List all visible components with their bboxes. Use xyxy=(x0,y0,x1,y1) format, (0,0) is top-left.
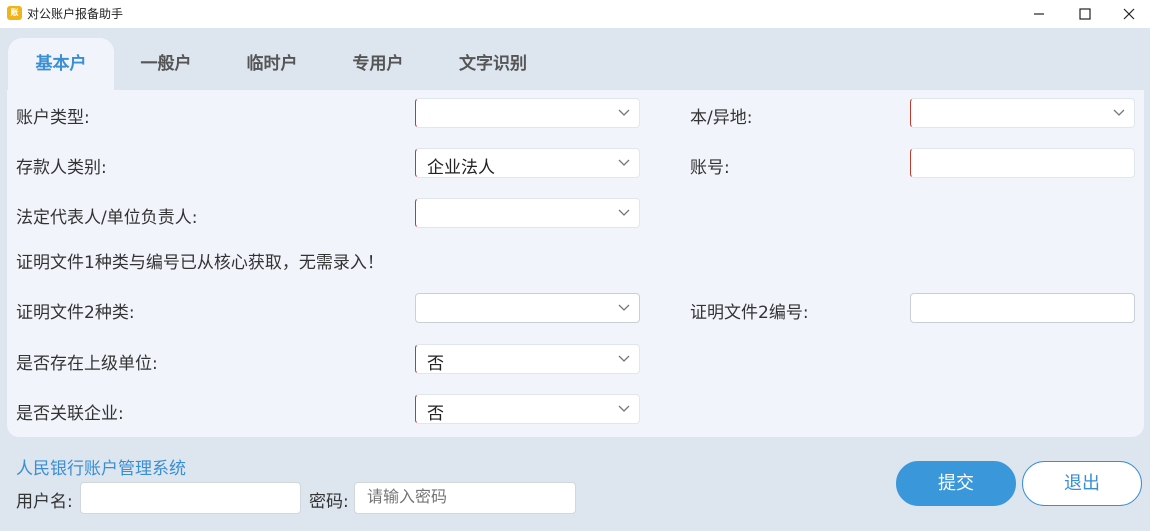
exit-button[interactable]: 退出 xyxy=(1022,461,1142,506)
window-title: 对公账户报备助手 xyxy=(27,7,124,21)
chevron-down-icon xyxy=(618,355,630,362)
minimize-icon xyxy=(1034,13,1044,15)
locality-select[interactable] xyxy=(910,98,1135,128)
depositor-category-label: 存款人类别: xyxy=(16,158,107,178)
close-button[interactable] xyxy=(1106,0,1150,28)
password-input[interactable] xyxy=(354,482,576,514)
account-type-label: 账户类型: xyxy=(16,108,90,128)
account-number-label: 账号: xyxy=(690,158,730,178)
has-superior-select[interactable]: 否 xyxy=(415,344,640,374)
locality-label: 本/异地: xyxy=(690,108,753,128)
has-superior-label: 是否存在上级单位: xyxy=(16,354,158,374)
legal-rep-label: 法定代表人/单位负责人: xyxy=(16,208,198,228)
tab-basic-account[interactable]: 基本户 xyxy=(8,38,114,90)
legal-rep-select[interactable] xyxy=(415,198,640,228)
minimize-button[interactable] xyxy=(1016,0,1062,28)
chevron-down-icon xyxy=(618,405,630,412)
submit-button[interactable]: 提交 xyxy=(896,461,1016,506)
title-bar: 账 对公账户报备助手 xyxy=(0,0,1150,28)
doc1-notice: 证明文件1种类与编号已从核心获取，无需录入！ xyxy=(16,253,384,273)
maximize-button[interactable] xyxy=(1062,0,1108,28)
chevron-down-icon xyxy=(618,109,630,116)
doc2-number-label: 证明文件2编号: xyxy=(690,303,809,323)
account-number-input[interactable] xyxy=(910,148,1135,178)
app-logo-icon: 账 xyxy=(7,6,22,20)
chevron-down-icon xyxy=(618,209,630,216)
username-input[interactable] xyxy=(80,482,301,514)
tab-text-recognition[interactable]: 文字识别 xyxy=(440,38,546,90)
depositor-category-value: 企业法人 xyxy=(427,158,495,178)
tab-temporary-account[interactable]: 临时户 xyxy=(219,38,325,90)
doc2-type-select[interactable] xyxy=(415,293,640,323)
related-company-select[interactable]: 否 xyxy=(415,394,640,424)
chevron-down-icon xyxy=(1113,109,1125,116)
tab-general-account[interactable]: 一般户 xyxy=(113,38,219,90)
maximize-icon xyxy=(1079,8,1091,20)
related-company-label: 是否关联企业: xyxy=(16,404,124,424)
has-superior-value: 否 xyxy=(427,354,444,374)
related-company-value: 否 xyxy=(427,404,444,424)
doc2-type-label: 证明文件2种类: xyxy=(16,303,135,323)
form-panel: 账户类型: 本/异地: 存款人类别: 企业法人 账号: 法定代表人/单位负责人:… xyxy=(7,90,1144,437)
system-title: 人民银行账户管理系统 xyxy=(16,459,186,479)
chevron-down-icon xyxy=(618,304,630,311)
doc2-number-input[interactable] xyxy=(910,293,1135,323)
password-label: 密码: xyxy=(309,492,349,512)
tab-special-account[interactable]: 专用户 xyxy=(325,38,431,90)
chevron-down-icon xyxy=(618,159,630,166)
account-type-select[interactable] xyxy=(415,98,640,128)
depositor-category-select[interactable]: 企业法人 xyxy=(415,148,640,178)
close-icon xyxy=(1123,8,1135,20)
username-label: 用户名: xyxy=(16,492,73,512)
